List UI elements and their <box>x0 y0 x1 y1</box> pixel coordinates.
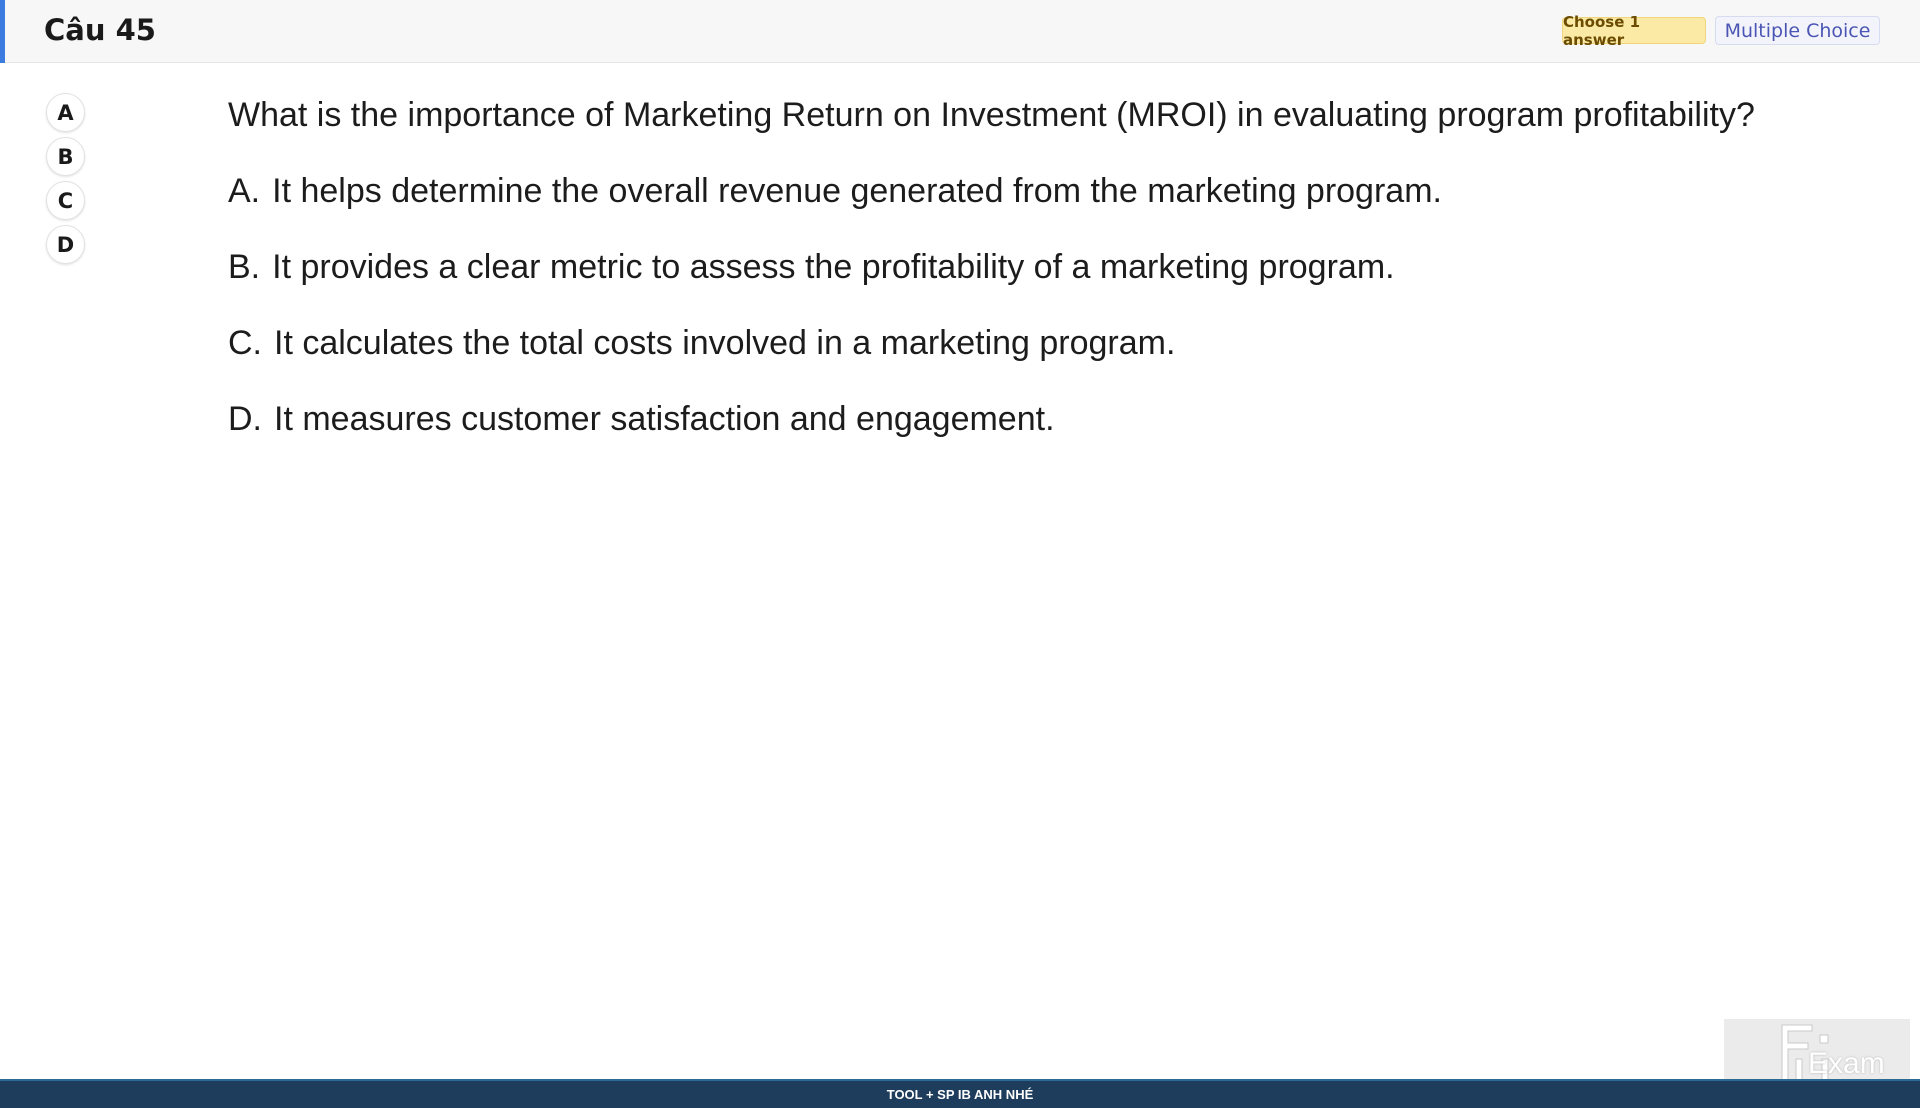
question-number-title: Câu 45 <box>44 13 156 47</box>
question-content: What is the importance of Marketing Retu… <box>228 93 1868 473</box>
option-letter: B. <box>228 248 261 286</box>
answer-choice-buttons: A B C D <box>46 93 86 269</box>
option-a: A. It helps determine the overall revenue… <box>228 169 1868 245</box>
option-c: C. It calculates the total costs involved… <box>228 321 1868 397</box>
answer-button-a[interactable]: A <box>46 93 85 132</box>
choose-answer-badge: Choose 1 answer <box>1562 13 1706 49</box>
footer-text: TOOL + SP IB ANH NHÉ <box>886 1087 1034 1102</box>
question-type-badge: Multiple Choice <box>1715 16 1880 45</box>
answer-button-c[interactable]: C <box>46 181 85 220</box>
option-text: It calculates the total costs involved i… <box>274 324 1176 362</box>
answer-button-d[interactable]: D <box>46 225 85 264</box>
option-text: It provides a clear metric to assess the… <box>272 248 1395 286</box>
option-d: D. It measures customer satisfaction and … <box>228 397 1868 473</box>
option-letter: A. <box>228 172 261 210</box>
option-text: It helps determine the overall revenue g… <box>272 172 1442 210</box>
watermark-text: Exam <box>1808 1047 1885 1080</box>
answer-button-b[interactable]: B <box>46 137 85 176</box>
question-text: What is the importance of Marketing Retu… <box>228 96 1755 134</box>
option-text: It measures customer satisfaction and en… <box>274 400 1055 438</box>
option-letter: D. <box>228 400 262 438</box>
header-accent-bar <box>0 0 5 63</box>
option-b: B. It provides a clear metric to assess t… <box>228 245 1868 321</box>
option-letter: C. <box>228 324 262 362</box>
footer-bar: TOOL + SP IB ANH NHÉ <box>0 1079 1920 1108</box>
question-header: Câu 45 Choose 1 answer Multiple Choice <box>0 0 1920 63</box>
exam-page: Câu 45 Choose 1 answer Multiple Choice A… <box>0 0 1920 1108</box>
